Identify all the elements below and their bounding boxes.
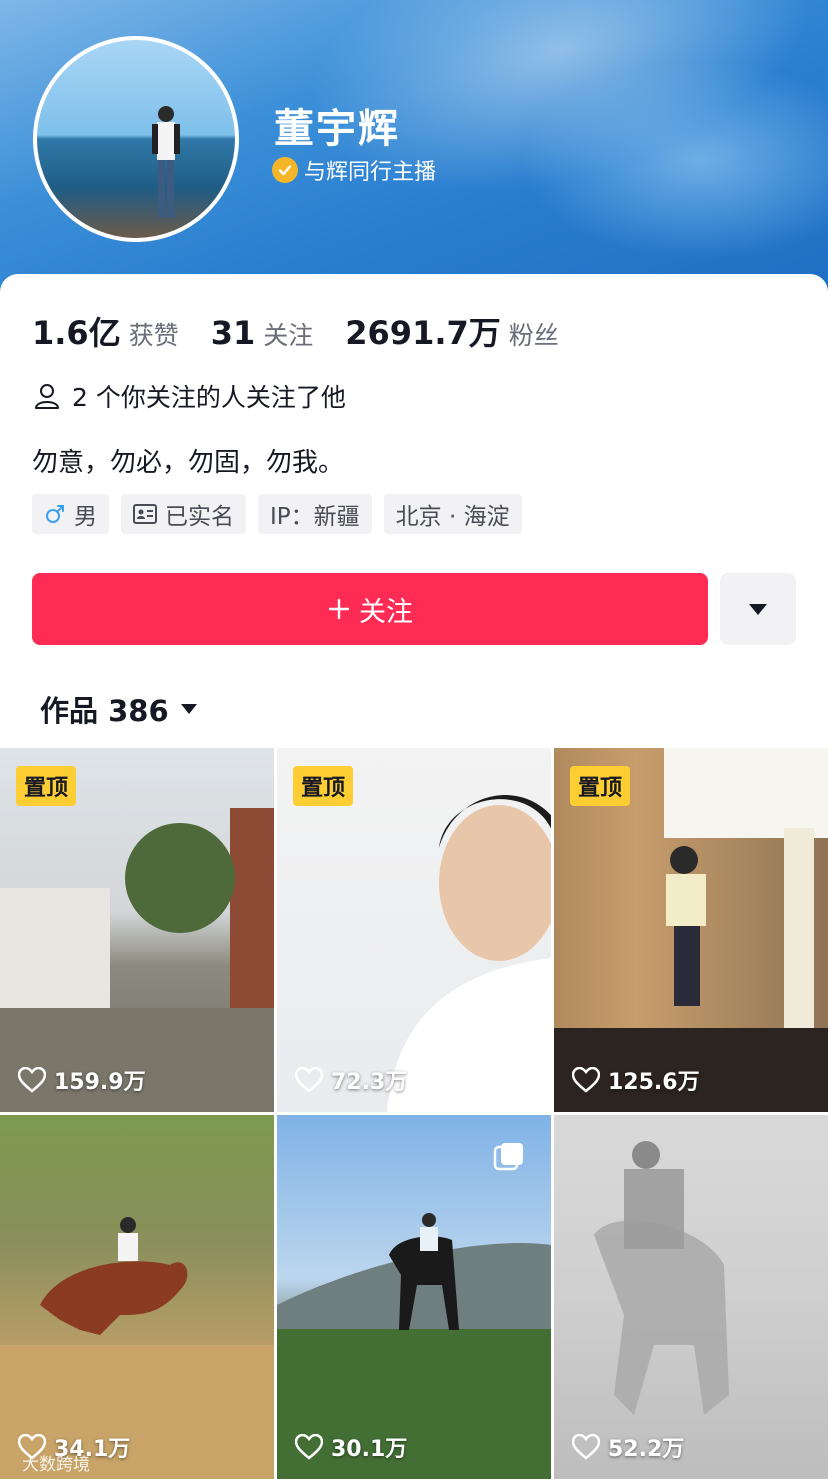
caret-down-icon [180, 704, 197, 714]
person-icon [35, 384, 59, 409]
video-grid: 置顶 159.9万 置顶 72.3万 置顶 125.6万 34.1万 30.1万… [0, 748, 828, 1479]
male-icon [46, 505, 64, 523]
likes-value: 159.9万 [54, 1070, 146, 1095]
tag-real-name: 已实名 [121, 494, 246, 534]
follow-button[interactable]: 关注 [32, 573, 708, 645]
likes-count: 125.6万 [572, 1064, 700, 1096]
display-name: 董宇辉 [274, 106, 400, 152]
profile-tags: 男 已实名 IP：新疆 北京 · 海淀 [32, 494, 522, 534]
likes-value: 52.2万 [608, 1437, 685, 1462]
heart-icon [295, 1067, 323, 1093]
verification-row: 与辉同行主播 [272, 154, 436, 186]
id-card-icon [133, 504, 157, 524]
heart-icon [572, 1067, 600, 1093]
pinned-badge: 置顶 [293, 766, 354, 806]
likes-count: 30.1万 [295, 1431, 407, 1463]
verified-check-icon [272, 157, 298, 183]
pinned-badge: 置顶 [16, 766, 77, 806]
caret-down-icon [749, 604, 767, 615]
stat-following-value[interactable]: 31 [211, 314, 256, 352]
tag-location-label: 北京 · 海淀 [395, 504, 510, 530]
likes-count: 52.2万 [572, 1431, 684, 1463]
header-glow-secondary [520, 60, 828, 260]
video-thumbnail[interactable]: 置顶 159.9万 [0, 748, 274, 1112]
watermark: 大数跨境 [22, 1455, 90, 1475]
video-thumbnail[interactable]: 置顶 125.6万 [554, 748, 828, 1112]
stat-following-label[interactable]: 关注 [263, 316, 313, 352]
stat-followers-label[interactable]: 粉丝 [509, 316, 559, 352]
video-thumbnail[interactable]: 30.1万 [277, 1115, 551, 1479]
stats-row: 1.6亿 获赞 31 关注 2691.7万 粉丝 [32, 308, 591, 354]
heart-icon [295, 1434, 323, 1460]
bio-text: 勿意，勿必，勿固，勿我。 [32, 448, 345, 478]
more-options-button[interactable] [720, 573, 796, 645]
likes-value: 72.3万 [331, 1070, 408, 1095]
tag-gender: 男 [32, 494, 109, 534]
thumbnail-scene [594, 1141, 729, 1415]
likes-value: 30.1万 [331, 1437, 408, 1462]
stat-followers-value[interactable]: 2691.7万 [345, 308, 501, 354]
heart-icon [572, 1434, 600, 1460]
video-thumbnail[interactable]: 52.2万 [554, 1115, 828, 1479]
tag-location[interactable]: 北京 · 海淀 [383, 494, 522, 534]
mutual-followers-text: 2 个你关注的人关注了他 [72, 383, 346, 412]
follow-button-label: 关注 [359, 596, 413, 628]
likes-count: 159.9万 [18, 1064, 146, 1096]
likes-value: 125.6万 [608, 1070, 700, 1095]
stat-likes-value: 1.6亿 [32, 314, 121, 352]
video-thumbnail[interactable]: 34.1万 [0, 1115, 274, 1479]
tag-gender-label: 男 [74, 504, 97, 530]
likes-count: 72.3万 [295, 1064, 407, 1096]
stat-likes-label: 获赞 [128, 321, 179, 350]
avatar-person-figure [152, 106, 180, 218]
heart-icon [18, 1067, 46, 1093]
mutual-followers-row[interactable]: 2 个你关注的人关注了他 [32, 378, 346, 414]
pinned-badge: 置顶 [570, 766, 631, 806]
tag-ip-label: IP：新疆 [270, 504, 360, 530]
avatar[interactable] [33, 36, 239, 242]
tab-works-label: 作品 386 [40, 694, 169, 728]
multi-image-icon [493, 1143, 523, 1171]
video-thumbnail[interactable]: 置顶 72.3万 [277, 748, 551, 1112]
thumbnail-scene [0, 1217, 274, 1479]
verification-label: 与辉同行主播 [304, 160, 437, 185]
plus-icon [328, 598, 350, 620]
tag-real-name-label: 已实名 [165, 504, 234, 530]
tag-ip: IP：新疆 [258, 494, 372, 534]
tab-works[interactable]: 作品 386 [40, 688, 199, 730]
